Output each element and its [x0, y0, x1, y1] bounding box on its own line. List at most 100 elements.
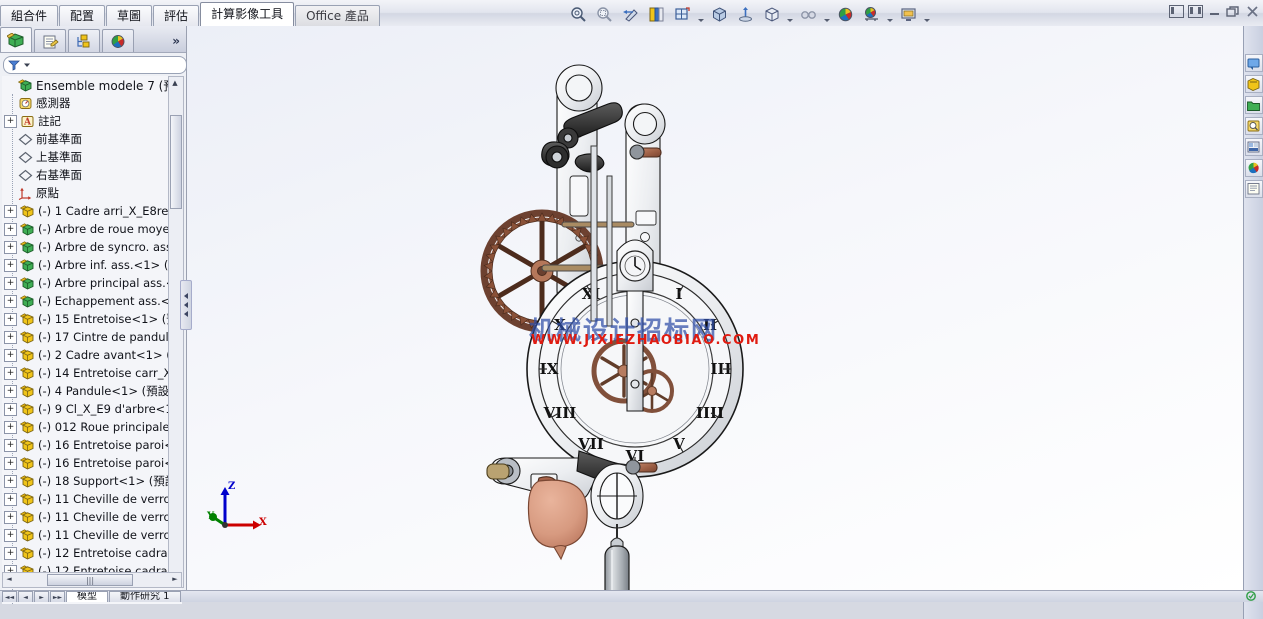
command-tab-2[interactable]: 草圖 [106, 5, 153, 26]
configuration-manager-tab[interactable] [68, 29, 100, 52]
custom-properties-icon[interactable] [1244, 180, 1263, 198]
tree-node[interactable]: + (-) 15 Entretoise<1> (預 [2, 310, 182, 328]
tree-node[interactable]: + (-) 11 Cheville de verrou [2, 490, 182, 508]
tree-node[interactable]: + (-) 16 Entretoise paroi< [2, 436, 182, 454]
appearances-scenes-icon[interactable] [1244, 159, 1263, 177]
design-tree-tab[interactable] [0, 27, 32, 52]
tree-vertical-scrollbar[interactable]: ▲ ▼ [168, 76, 184, 588]
command-tab-0[interactable]: 組合件 [0, 5, 59, 26]
tree-node[interactable]: + (-) 9 Cl_X_E9 d'arbre<1 [2, 400, 182, 418]
tree-expand-toggle[interactable]: + [4, 222, 17, 236]
design-library-icon[interactable] [1244, 75, 1263, 93]
tree-node[interactable]: 感測器 [2, 94, 182, 112]
bottom-nav-button-3[interactable]: ►► [50, 591, 65, 602]
tree-node[interactable]: + (-) Arbre de syncro. ass. [2, 238, 182, 256]
bottom-nav-button-1[interactable]: ◄ [18, 591, 33, 602]
tree-root-node[interactable]: Ensemble modele 7 (預設 [2, 76, 182, 94]
tree-node[interactable]: + A 註記 [2, 112, 182, 130]
tree-expand-toggle[interactable]: + [4, 240, 17, 254]
solidworks-resources-icon[interactable] [1244, 54, 1263, 72]
tree-expand-toggle[interactable]: + [4, 384, 17, 398]
file-explorer-icon[interactable] [1244, 96, 1263, 114]
bottom-tab-0[interactable]: 模型 [66, 591, 108, 602]
zoom-to-area-icon[interactable] [592, 3, 616, 26]
tree-expand-toggle[interactable]: + [4, 312, 17, 326]
command-tab-3[interactable]: 評估 [153, 5, 200, 26]
tree-expand-toggle[interactable]: + [4, 456, 17, 470]
bottom-nav-button-2[interactable]: ► [34, 591, 49, 602]
display-manager-dropdown-caret[interactable] [922, 1, 931, 27]
tree-expand-toggle[interactable]: + [4, 258, 17, 272]
feature-tree-container[interactable]: Ensemble modele 7 (預設 感測器 + A 註記 前基準面 上基準面 右基準面… [2, 76, 182, 604]
tree-node[interactable]: 右基準面 [2, 166, 182, 184]
scroll-up-arrow[interactable]: ▲ [170, 78, 180, 88]
tree-expand-toggle[interactable]: + [4, 114, 17, 128]
tree-expand-toggle[interactable]: + [4, 402, 17, 416]
tree-node[interactable]: 前基準面 [2, 130, 182, 148]
tree-expand-toggle[interactable]: + [4, 528, 17, 542]
edit-appearance-icon[interactable] [759, 3, 783, 26]
view-palette-icon[interactable] [1244, 138, 1263, 156]
tree-node[interactable]: + (-) 12 Entretoise cadran [2, 544, 182, 562]
tree-node[interactable]: + (-) 11 Cheville de verrou [2, 508, 182, 526]
tree-node[interactable]: + (-) 14 Entretoise carr_X_ [2, 364, 182, 382]
tree-hscroll-thumb[interactable]: ||| [47, 574, 133, 586]
tree-filter-bar[interactable] [3, 56, 187, 74]
view-setting-glasses-icon[interactable] [796, 3, 820, 26]
search-icon[interactable] [1244, 117, 1263, 135]
tree-expand-toggle[interactable]: + [4, 492, 17, 506]
tree-node[interactable]: + (-) 17 Cintre de pandule [2, 328, 182, 346]
tree-node[interactable]: 上基準面 [2, 148, 182, 166]
tree-expand-toggle[interactable]: + [4, 276, 17, 290]
display-manager-tab[interactable] [102, 29, 134, 52]
command-tab-5[interactable]: Office 產品 [295, 5, 380, 26]
restore-right-pane-button[interactable] [1187, 4, 1203, 19]
tree-scroll-thumb[interactable] [170, 115, 182, 209]
tree-node[interactable]: + (-) 012 Roue principale [2, 418, 182, 436]
tree-node[interactable]: + (-) 16 Entretoise paroi< [2, 454, 182, 472]
bottom-tab-1[interactable]: 動作研究 1 [109, 591, 181, 602]
hide-show-items-icon[interactable] [733, 3, 757, 26]
zoom-to-fit-icon[interactable] [566, 3, 590, 26]
view-orientation-dropdown-caret[interactable] [696, 1, 705, 27]
edit-appearance-dropdown-caret[interactable] [785, 1, 794, 27]
previous-view-icon[interactable] [618, 3, 642, 26]
view-orientation-icon[interactable] [670, 3, 694, 26]
graphics-viewport[interactable]: XII I II III IIII V VI VII VIII IX X XI [187, 26, 1244, 591]
apply-scene-icon[interactable] [833, 3, 857, 26]
minimize-button[interactable] [1206, 4, 1222, 19]
tree-node[interactable]: + (-) 4 Pandule<1> (預設 [2, 382, 182, 400]
tree-node[interactable]: + (-) 11 Cheville de verrou [2, 526, 182, 544]
tree-expand-toggle[interactable]: + [4, 510, 17, 524]
display-style-icon[interactable] [707, 3, 731, 26]
tree-node[interactable]: 原點 [2, 184, 182, 202]
tree-node[interactable]: + (-) Arbre principal ass.< [2, 274, 182, 292]
tree-expand-toggle[interactable]: + [4, 366, 17, 380]
scroll-left-arrow[interactable]: ◄ [4, 574, 14, 584]
tree-horizontal-scrollbar[interactable]: ◄ ||| ► [2, 572, 182, 588]
tree-node[interactable]: + (-) 2 Cadre avant<1> (預 [2, 346, 182, 364]
tree-node[interactable]: + (-) Arbre de roue moye [2, 220, 182, 238]
filter-dropdown-caret[interactable] [23, 61, 31, 69]
tree-expand-toggle[interactable]: + [4, 546, 17, 560]
feature-manager-more-button[interactable]: » [172, 34, 180, 48]
tree-expand-toggle[interactable]: + [4, 330, 17, 344]
tree-node[interactable]: + (-) 1 Cadre arri_X_E8re< [2, 202, 182, 220]
tree-node[interactable]: + (-) Echappement ass.<1 [2, 292, 182, 310]
view-settings-dropdown-caret[interactable] [885, 1, 894, 27]
tree-expand-toggle[interactable]: + [4, 474, 17, 488]
restore-left-pane-button[interactable] [1168, 4, 1184, 19]
glasses-dropdown-caret[interactable] [822, 1, 831, 27]
display-manager-icon[interactable] [896, 3, 920, 26]
view-settings-icon[interactable] [859, 3, 883, 26]
restore-button[interactable] [1225, 4, 1241, 19]
property-manager-tab[interactable] [34, 29, 66, 52]
tree-expand-toggle[interactable]: + [4, 294, 17, 308]
scroll-right-arrow[interactable]: ► [170, 574, 180, 584]
tree-expand-toggle[interactable]: + [4, 438, 17, 452]
bottom-nav-button-0[interactable]: ◄◄ [2, 591, 17, 602]
command-tab-4[interactable]: 計算影像工具 [200, 2, 295, 26]
tree-node[interactable]: + (-) 18 Support<1> (預設 [2, 472, 182, 490]
tree-expand-toggle[interactable]: + [4, 420, 17, 434]
tree-expand-toggle[interactable]: + [4, 348, 17, 362]
